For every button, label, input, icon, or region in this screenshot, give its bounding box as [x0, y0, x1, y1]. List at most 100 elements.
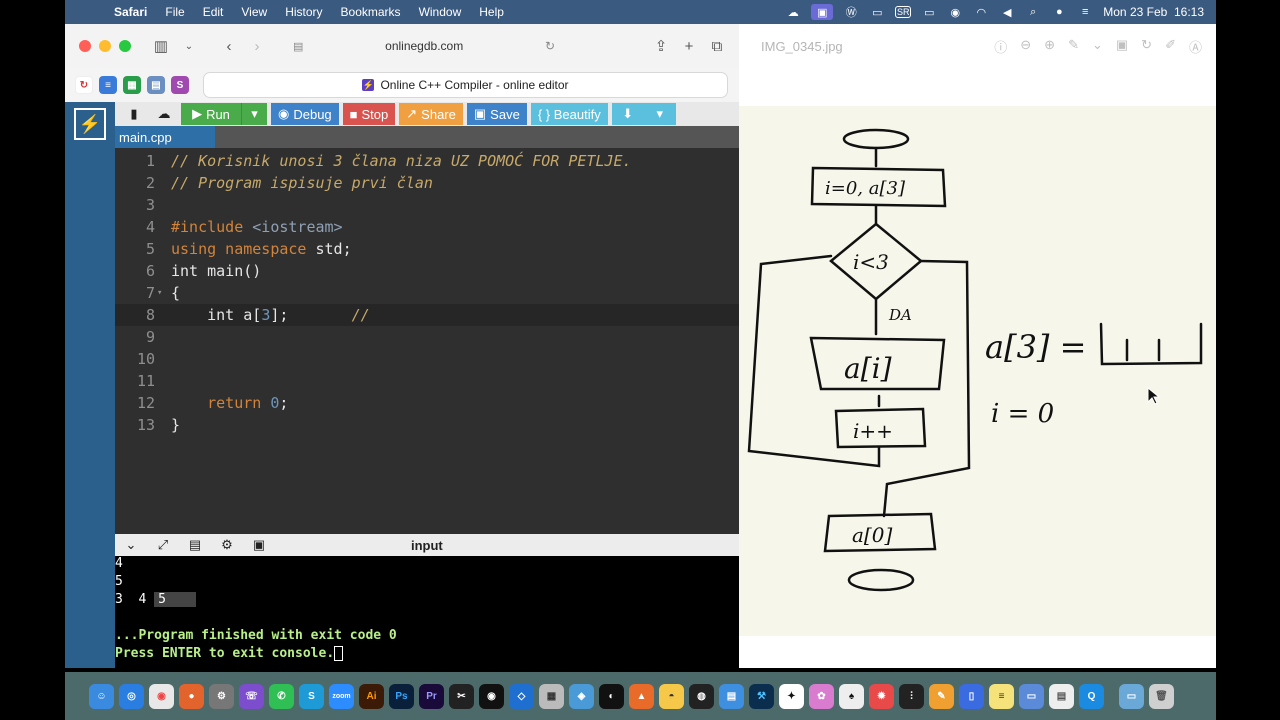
voice-memos-icon[interactable]: ⫶: [899, 683, 924, 709]
textedit-icon[interactable]: ▤: [1049, 683, 1074, 709]
spotlight-search-icon[interactable]: ⌕: [1025, 6, 1041, 18]
fold-arrow-icon[interactable]: ▾: [155, 288, 171, 298]
docs-favicon-icon[interactable]: ≡: [99, 76, 117, 94]
accessibility-icon[interactable]: Ⓐ: [1189, 37, 1202, 56]
run-dropdown-button[interactable]: ▾: [241, 103, 267, 125]
photoshop-icon[interactable]: Ps: [389, 683, 414, 709]
trash-icon[interactable]: 🗑: [1149, 683, 1174, 709]
whatsapp-icon[interactable]: ✆: [269, 683, 294, 709]
menu-window[interactable]: Window: [410, 5, 471, 19]
viber-icon[interactable]: ☏: [239, 683, 264, 709]
control-center-icon[interactable]: ≡: [1077, 6, 1093, 18]
forward-button[interactable]: ›: [243, 38, 271, 55]
user-icon[interactable]: ◉: [947, 6, 963, 19]
zoom-icon[interactable]: zoom: [329, 683, 354, 709]
github-icon[interactable]: ◍: [689, 683, 714, 709]
debug-button[interactable]: ◉ Debug: [271, 103, 339, 125]
new-file-icon[interactable]: ▮: [121, 103, 147, 125]
upload-icon[interactable]: ☁: [151, 103, 177, 125]
menu-history[interactable]: History: [276, 5, 331, 19]
volume-icon[interactable]: ◀: [999, 6, 1015, 19]
minimize-window-button[interactable]: [99, 40, 111, 52]
pmf-favicon-icon[interactable]: ▤: [147, 76, 165, 94]
address-bar[interactable]: ▤ onlinegdb.com ↻: [291, 32, 561, 60]
beautify-button[interactable]: { } Beautify: [530, 103, 608, 125]
menubar-clock[interactable]: Mon 23 Feb 16:13: [1103, 5, 1204, 19]
screen-record-icon[interactable]: ▣: [811, 4, 834, 20]
menu-bookmarks[interactable]: Bookmarks: [332, 5, 410, 19]
obs-icon[interactable]: ◉: [479, 683, 504, 709]
illustrator-icon[interactable]: Ai: [359, 683, 384, 709]
pgadmin-icon[interactable]: ◈: [569, 683, 594, 709]
chevron-down-icon[interactable]: ⌄: [1092, 37, 1103, 56]
stop-button[interactable]: ■ Stop: [342, 103, 396, 125]
active-tab[interactable]: ⚡ Online C++ Compiler - online editor: [203, 72, 728, 98]
page-menu-icon[interactable]: ▤: [291, 40, 303, 53]
chevron-down-icon[interactable]: ⌄: [175, 41, 203, 52]
file-tab-main[interactable]: main.cpp: [115, 126, 215, 148]
save-button[interactable]: ▣ Save: [466, 103, 527, 125]
chatgpt-icon[interactable]: ✦: [779, 683, 804, 709]
collapse-chevron-icon[interactable]: ⌄: [115, 537, 147, 553]
gdb-logo-icon[interactable]: ⚡: [74, 108, 106, 140]
photos-icon[interactable]: ✿: [809, 683, 834, 709]
menu-help[interactable]: Help: [470, 5, 513, 19]
creative-cloud-icon[interactable]: ☁: [785, 6, 801, 19]
onenote-favicon-icon[interactable]: S: [171, 76, 189, 94]
figma-icon[interactable]: ◐: [599, 683, 624, 709]
code-editor[interactable]: 1 // Korisnik unosi 3 člana niza UZ POMO…: [115, 148, 739, 534]
rotate-icon[interactable]: ↻: [1141, 37, 1152, 56]
run-button[interactable]: ▶ Run: [181, 103, 241, 125]
console-output[interactable]: 4 5 3 4 5 ...Program finished with exit …: [115, 556, 739, 668]
safari-icon[interactable]: ◎: [119, 683, 144, 709]
menu-file[interactable]: File: [156, 5, 193, 19]
siri-icon[interactable]: ●: [1051, 6, 1067, 18]
annotate-icon[interactable]: ✐: [1165, 37, 1176, 56]
expand-icon[interactable]: ⤢: [147, 537, 179, 553]
pages-icon[interactable]: ✎: [929, 683, 954, 709]
new-tab-icon[interactable]: +: [675, 38, 703, 55]
cyberduck-icon[interactable]: ◓: [659, 683, 684, 709]
poker-icon[interactable]: ♠: [839, 683, 864, 709]
download-button[interactable]: ⬇: [611, 103, 644, 125]
menu-edit[interactable]: Edit: [194, 5, 233, 19]
zoom-window-button[interactable]: [119, 40, 131, 52]
app-store-icon[interactable]: ▦: [539, 683, 564, 709]
wordpress-icon[interactable]: Ⓦ: [843, 6, 859, 19]
settings-gear-icon[interactable]: ⚙: [211, 537, 243, 553]
finder-icon[interactable]: ☺: [89, 683, 114, 709]
sidebar-toggle-icon[interactable]: ▥: [147, 37, 175, 55]
back-button[interactable]: ‹: [215, 38, 243, 55]
capcut-icon[interactable]: ✂: [449, 683, 474, 709]
vscode-icon[interactable]: ◇: [509, 683, 534, 709]
disk-icon[interactable]: ▭: [1019, 683, 1044, 709]
crop-icon[interactable]: ▣: [1116, 37, 1128, 56]
download-dropdown-button[interactable]: ▾: [643, 103, 676, 125]
notes-icon[interactable]: ≡: [989, 683, 1014, 709]
sr-icon[interactable]: SR: [895, 6, 912, 18]
display-icon[interactable]: ▭: [869, 6, 885, 19]
premiere-icon[interactable]: Pr: [419, 683, 444, 709]
skype-icon[interactable]: S: [299, 683, 324, 709]
share-icon[interactable]: ⇪: [647, 37, 675, 55]
clipboard-icon[interactable]: ▣: [243, 537, 275, 553]
share-button[interactable]: ↗ Share: [399, 103, 463, 125]
xcode-icon[interactable]: ⚒: [749, 683, 774, 709]
wifi-icon[interactable]: ◠: [973, 6, 989, 19]
downloads-folder-icon[interactable]: ▭: [1119, 683, 1144, 709]
zoom-in-icon[interactable]: ⊕: [1044, 37, 1055, 56]
reload-icon[interactable]: ↻: [545, 39, 561, 53]
menu-view[interactable]: View: [232, 5, 276, 19]
settings-icon[interactable]: ⚙: [209, 683, 234, 709]
menu-app-name[interactable]: Safari: [105, 5, 156, 19]
sublime-icon[interactable]: ▲: [629, 683, 654, 709]
reload-favicon-icon[interactable]: ↻: [75, 76, 93, 94]
preview-icon[interactable]: ▤: [719, 683, 744, 709]
tab-overview-icon[interactable]: ⧉: [703, 38, 731, 55]
info-icon[interactable]: ⓘ: [994, 37, 1007, 56]
chrome-icon[interactable]: ◉: [149, 683, 174, 709]
sheets-favicon-icon[interactable]: ▦: [123, 76, 141, 94]
layout-icon[interactable]: ▤: [179, 537, 211, 553]
close-window-button[interactable]: [79, 40, 91, 52]
quicktime-icon[interactable]: Q: [1079, 683, 1104, 709]
